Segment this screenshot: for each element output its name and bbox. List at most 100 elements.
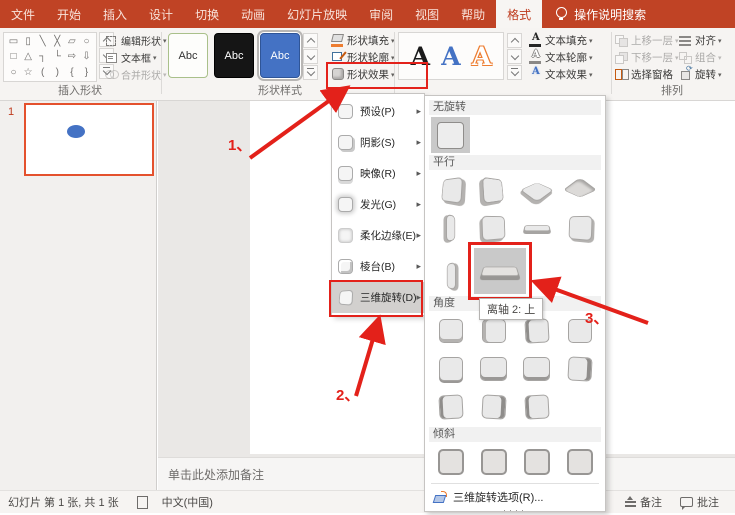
rotation-thumb-shape bbox=[524, 394, 549, 419]
rotation-thumb[interactable] bbox=[431, 351, 470, 387]
shape-icon[interactable]: ☆ bbox=[22, 66, 35, 79]
menu-tab[interactable]: 插入 bbox=[92, 0, 138, 28]
menu-item-soft-edges[interactable]: 柔化边缘(E)▸ bbox=[332, 220, 424, 251]
shape-icon[interactable]: □ bbox=[7, 50, 20, 63]
menu-tab[interactable]: 文件 bbox=[0, 0, 46, 28]
menu-tab[interactable]: 切换 bbox=[184, 0, 230, 28]
shape-style-chip[interactable]: Abc bbox=[168, 33, 208, 78]
rotation-thumb[interactable] bbox=[431, 172, 470, 208]
shape-icon[interactable]: ⇩ bbox=[80, 50, 93, 63]
annotation-step-3: 3、 bbox=[585, 307, 608, 328]
dropdown-caret-icon: ▾ bbox=[163, 71, 167, 79]
rotation-thumb[interactable] bbox=[560, 444, 599, 480]
slide-thumbnail[interactable] bbox=[24, 103, 154, 176]
menu-tab[interactable]: 审阅 bbox=[358, 0, 404, 28]
rotation-thumb[interactable] bbox=[431, 117, 470, 153]
shape-icon[interactable]: └ bbox=[51, 50, 64, 63]
menu-tab[interactable]: 格式 bbox=[496, 0, 542, 28]
rotation-thumb-shape bbox=[520, 182, 554, 202]
rotation-thumb[interactable] bbox=[517, 351, 556, 387]
rotation-thumb[interactable] bbox=[474, 351, 513, 387]
menu-item-shadow[interactable]: 阴影(S)▸ bbox=[332, 127, 424, 158]
wordart-style[interactable]: A bbox=[441, 44, 460, 69]
wordart-style[interactable]: A bbox=[411, 44, 430, 69]
scroll-up-icon[interactable] bbox=[507, 33, 522, 48]
rotation-thumb[interactable] bbox=[474, 389, 513, 425]
shape-icon[interactable]: } bbox=[80, 66, 93, 79]
rotation-thumb[interactable] bbox=[431, 444, 470, 480]
shape-icon[interactable]: ▯ bbox=[22, 35, 35, 48]
scroll-down-icon[interactable] bbox=[507, 49, 522, 64]
menu-item-reflection[interactable]: 映像(R)▸ bbox=[332, 158, 424, 189]
edit-shape-button[interactable]: 编辑形状▾ bbox=[104, 32, 167, 49]
menu-tab[interactable]: 开始 bbox=[46, 0, 92, 28]
notes-toggle-button[interactable]: 备注 bbox=[625, 494, 662, 510]
text-outline-button[interactable]: 文本轮廓▾ bbox=[528, 49, 593, 66]
menu-tab[interactable]: 幻灯片放映 bbox=[276, 0, 358, 28]
rotation-thumb[interactable] bbox=[517, 172, 556, 208]
send-backward-icon bbox=[614, 51, 629, 64]
scroll-up-icon[interactable] bbox=[303, 33, 318, 48]
button-label: 合并形状 bbox=[121, 67, 161, 82]
shape-icon[interactable]: ▭ bbox=[7, 35, 20, 48]
shapes-gallery[interactable]: ▭▯╲╳▱○□△┐└⇨⇩○☆(){} bbox=[3, 32, 97, 82]
menu-item-glow[interactable]: 发光(G)▸ bbox=[332, 189, 424, 220]
status-bar: 幻灯片 第 1 张, 共 1 张 中文(中国) 备注 批注 bbox=[0, 490, 735, 513]
shape-icon[interactable]: ○ bbox=[7, 66, 20, 79]
menu-item-rotation-3d[interactable]: 三维旋转(D)▸ bbox=[332, 282, 424, 313]
shape-icon[interactable]: ( bbox=[36, 66, 49, 79]
rotation-options-item[interactable]: 三维旋转选项(R)... bbox=[429, 487, 601, 507]
rotation-thumb[interactable] bbox=[517, 210, 556, 246]
button-label: 文本框 bbox=[121, 50, 151, 65]
rotation-thumb[interactable] bbox=[560, 351, 599, 387]
shape-outline-button[interactable]: 形状轮廓▾ bbox=[330, 49, 395, 66]
rotation-thumb[interactable] bbox=[431, 389, 470, 425]
shape-icon[interactable]: ⇨ bbox=[65, 50, 78, 63]
menu-tab[interactable]: 设计 bbox=[138, 0, 184, 28]
text-fill-button[interactable]: 文本填充▾ bbox=[528, 32, 593, 49]
menu-tab[interactable]: 动画 bbox=[230, 0, 276, 28]
menu-bar: 文件开始插入设计切换动画幻灯片放映审阅视图帮助格式 操作说明搜索 bbox=[0, 0, 735, 28]
wordart-style[interactable]: A bbox=[472, 44, 491, 69]
shape-fill-button[interactable]: 形状填充▾ bbox=[330, 32, 395, 49]
menu-tab[interactable]: 视图 bbox=[404, 0, 450, 28]
gallery-more-icon[interactable] bbox=[303, 65, 318, 80]
rotate-button[interactable]: 旋转▾ bbox=[678, 66, 722, 83]
selection-pane-button[interactable]: 选择窗格 bbox=[614, 66, 679, 83]
rotation-thumb[interactable] bbox=[560, 210, 599, 246]
rotation-thumb[interactable] bbox=[431, 210, 470, 246]
scroll-down-icon[interactable] bbox=[303, 49, 318, 64]
rotation-thumb[interactable] bbox=[560, 172, 599, 208]
rotation-thumb[interactable] bbox=[431, 258, 470, 294]
language-label[interactable]: 中文(中国) bbox=[162, 494, 213, 510]
rotation-thumb[interactable] bbox=[474, 444, 513, 480]
shape-icon[interactable]: ○ bbox=[80, 35, 93, 48]
comments-toggle-button[interactable]: 批注 bbox=[680, 494, 719, 510]
rotation-thumb-shape bbox=[446, 262, 455, 290]
text-box-button[interactable]: 文本框▾ bbox=[104, 49, 167, 66]
shape-icon[interactable]: ┐ bbox=[36, 50, 49, 63]
rotation-thumb[interactable] bbox=[474, 172, 513, 208]
shape-icon[interactable]: △ bbox=[22, 50, 35, 63]
rotation-thumb[interactable] bbox=[517, 389, 556, 425]
shape-icon[interactable]: { bbox=[65, 66, 78, 79]
rotation-thumb[interactable] bbox=[474, 248, 526, 294]
gallery-more-icon[interactable] bbox=[507, 65, 522, 80]
shape-icon[interactable]: ) bbox=[51, 66, 64, 79]
align-button[interactable]: 对齐▾ bbox=[678, 32, 722, 49]
menu-item-bevel[interactable]: 棱台(B)▸ bbox=[332, 251, 424, 282]
menu-tab[interactable]: 帮助 bbox=[450, 0, 496, 28]
shape-effects-button[interactable]: 形状效果▾ bbox=[330, 66, 395, 83]
rotation-thumb[interactable] bbox=[517, 444, 556, 480]
shape-style-chip[interactable]: Abc bbox=[214, 33, 254, 78]
tell-me-search[interactable]: 操作说明搜索 bbox=[556, 0, 646, 28]
rotation-thumb[interactable] bbox=[431, 313, 470, 349]
menu-item-preset[interactable]: 预设(P)▸ bbox=[332, 96, 424, 127]
text-effects-button[interactable]: 文本效果▾ bbox=[528, 66, 593, 83]
selection-pane-icon bbox=[614, 68, 629, 81]
shape-style-chip[interactable]: Abc bbox=[260, 33, 300, 78]
shape-icon[interactable]: ╲ bbox=[36, 35, 49, 48]
rotation-thumb[interactable] bbox=[474, 210, 513, 246]
shape-icon[interactable]: ▱ bbox=[65, 35, 78, 48]
shape-icon[interactable]: ╳ bbox=[51, 35, 64, 48]
